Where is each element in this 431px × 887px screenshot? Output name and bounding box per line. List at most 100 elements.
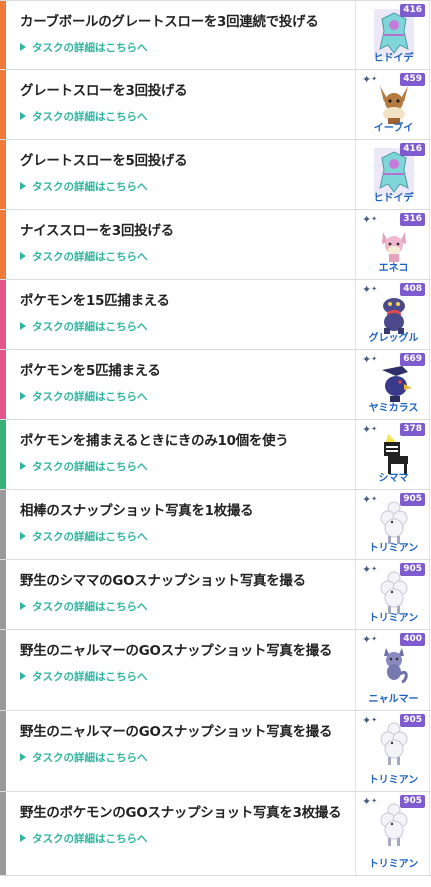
cp-badge: 459 [400, 73, 425, 86]
reward-pokemon[interactable]: ✦✦ 316 エネコ [355, 210, 431, 279]
task-detail-link[interactable]: タスクの詳細はこちらへ [20, 530, 347, 544]
reward-pokemon[interactable]: ✦✦ 400 ニャルマー [355, 630, 431, 710]
task-detail-label: タスクの詳細はこちらへ [32, 601, 148, 613]
cp-badge: 378 [400, 423, 425, 436]
task-info: ポケモンを捕まえるときにきのみ10個を使う タスクの詳細はこちらへ [6, 420, 355, 489]
reward-pokemon[interactable]: ✦✦ 416 ヒドイデ [355, 140, 431, 209]
task-info: グレートスローを5回投げる タスクの詳細はこちらへ [6, 140, 355, 209]
cp-badge: 905 [400, 563, 425, 576]
task-detail-link[interactable]: タスクの詳細はこちらへ [20, 832, 347, 846]
task-row: 相棒のスナップショット写真を1枚撮る タスクの詳細はこちらへ ✦✦ 905 トリ… [0, 490, 431, 560]
shiny-sparkle-icon: ✦✦ [362, 795, 378, 808]
task-title: グレートスローを5回投げる [20, 154, 188, 169]
task-info: 野生のシママのGOスナップショット写真を撮る タスクの詳細はこちらへ [6, 560, 355, 629]
task-info: グレートスローを3回投げる タスクの詳細はこちらへ [6, 70, 355, 139]
cp-badge: 669 [400, 353, 425, 366]
reward-pokemon[interactable]: ✦✦ 669 ヤミカラス [355, 350, 431, 419]
task-detail-label: タスクの詳細はこちらへ [32, 671, 148, 683]
shiny-sparkle-icon: ✦✦ [362, 563, 378, 576]
task-title: カーブボールのグレートスローを3回連続で投げる [20, 15, 319, 30]
task-info: 野生のポケモンのGOスナップショット写真を3枚撮る タスクの詳細はこちらへ [6, 792, 355, 875]
pokemon-name: ヒドイデ [373, 53, 414, 64]
task-info: ナイススローを3回投げる タスクの詳細はこちらへ [6, 210, 355, 279]
task-detail-label: タスクの詳細はこちらへ [32, 42, 148, 54]
task-detail-link[interactable]: タスクの詳細はこちらへ [20, 320, 347, 334]
reward-pokemon[interactable]: ✦✦ 905 トリミアン [355, 792, 431, 875]
pokemon-name: ヤミカラス [368, 403, 419, 414]
task-title: 野生のニャルマーのGOスナップショット写真を撮る [20, 644, 333, 659]
task-row: ポケモンを捕まえるときにきのみ10個を使う タスクの詳細はこちらへ ✦✦ 378… [0, 420, 431, 490]
task-title: 野生のポケモンのGOスナップショット写真を3枚撮る [20, 806, 342, 821]
pokemon-name: トリミアン [368, 775, 419, 786]
cp-badge: 408 [400, 283, 425, 296]
task-row: 野生のニャルマーのGOスナップショット写真を撮る タスクの詳細はこちらへ ✦✦ … [0, 630, 431, 711]
shiny-sparkle-icon: ✦✦ [362, 493, 378, 506]
pokemon-name: シママ [378, 473, 409, 484]
task-title: 相棒のスナップショット写真を1枚撮る [20, 504, 254, 519]
shiny-sparkle-icon: ✦✦ [362, 714, 378, 727]
triangle-right-icon [20, 322, 26, 330]
task-row: 野生のシママのGOスナップショット写真を撮る タスクの詳細はこちらへ ✦✦ 90… [0, 560, 431, 630]
task-detail-link[interactable]: タスクの詳細はこちらへ [20, 670, 347, 684]
triangle-right-icon [20, 753, 26, 761]
triangle-right-icon [20, 112, 26, 120]
research-task-list: カーブボールのグレートスローを3回連続で投げる タスクの詳細はこちらへ ✦✦ 4… [0, 0, 431, 876]
reward-pokemon[interactable]: ✦✦ 416 ヒドイデ [355, 1, 431, 69]
triangle-right-icon [20, 252, 26, 260]
task-info: カーブボールのグレートスローを3回連続で投げる タスクの詳細はこちらへ [6, 1, 355, 69]
triangle-right-icon [20, 532, 26, 540]
pokemon-name: トリミアン [368, 859, 419, 870]
task-detail-label: タスクの詳細はこちらへ [32, 833, 148, 845]
task-detail-label: タスクの詳細はこちらへ [32, 531, 148, 543]
reward-pokemon[interactable]: ✦✦ 378 シママ [355, 420, 431, 489]
task-detail-label: タスクの詳細はこちらへ [32, 391, 148, 403]
task-detail-label: タスクの詳細はこちらへ [32, 752, 148, 764]
task-info: 野生のニャルマーのGOスナップショット写真を撮る タスクの詳細はこちらへ [6, 630, 355, 710]
task-row: 野生のニャルマーのGOスナップショット写真を撮る タスクの詳細はこちらへ ✦✦ … [0, 711, 431, 792]
task-detail-link[interactable]: タスクの詳細はこちらへ [20, 250, 347, 264]
task-title: ポケモンを捕まえるときにきのみ10個を使う [20, 434, 289, 449]
task-detail-link[interactable]: タスクの詳細はこちらへ [20, 600, 347, 614]
task-info: ポケモンを5匹捕まえる タスクの詳細はこちらへ [6, 350, 355, 419]
reward-pokemon[interactable]: ✦✦ 408 グレッグル [355, 280, 431, 349]
task-detail-label: タスクの詳細はこちらへ [32, 181, 148, 193]
task-info: 相棒のスナップショット写真を1枚撮る タスクの詳細はこちらへ [6, 490, 355, 559]
task-row: ポケモンを15匹捕まえる タスクの詳細はこちらへ ✦✦ 408 グレッグル [0, 280, 431, 350]
pokemon-name: トリミアン [368, 613, 419, 624]
cp-badge: 316 [400, 213, 425, 226]
task-detail-link[interactable]: タスクの詳細はこちらへ [20, 41, 347, 55]
triangle-right-icon [20, 43, 26, 51]
reward-pokemon[interactable]: ✦✦ 459 イーブイ [355, 70, 431, 139]
task-detail-label: タスクの詳細はこちらへ [32, 111, 148, 123]
pokemon-name: ヒドイデ [373, 193, 414, 204]
pokemon-name: エネコ [378, 263, 409, 274]
task-title: グレートスローを3回投げる [20, 84, 188, 99]
cp-badge: 905 [400, 795, 425, 808]
shiny-sparkle-icon: ✦✦ [362, 423, 378, 436]
reward-pokemon[interactable]: ✦✦ 905 トリミアン [355, 560, 431, 629]
triangle-right-icon [20, 462, 26, 470]
task-detail-link[interactable]: タスクの詳細はこちらへ [20, 460, 347, 474]
shiny-sparkle-icon: ✦✦ [362, 213, 378, 226]
pokemon-name: イーブイ [373, 123, 414, 134]
shiny-sparkle-icon: ✦✦ [362, 73, 378, 86]
task-detail-link[interactable]: タスクの詳細はこちらへ [20, 110, 347, 124]
shiny-sparkle-icon: ✦✦ [362, 283, 378, 296]
reward-pokemon[interactable]: ✦✦ 905 トリミアン [355, 711, 431, 791]
task-title: 野生のシママのGOスナップショット写真を撮る [20, 574, 306, 589]
cp-badge: 400 [400, 633, 425, 646]
task-title: ポケモンを5匹捕まえる [20, 364, 161, 379]
triangle-right-icon [20, 672, 26, 680]
reward-pokemon[interactable]: ✦✦ 905 トリミアン [355, 490, 431, 559]
task-detail-link[interactable]: タスクの詳細はこちらへ [20, 390, 347, 404]
shiny-sparkle-icon: ✦✦ [362, 633, 378, 646]
cp-badge: 416 [400, 4, 425, 17]
task-detail-link[interactable]: タスクの詳細はこちらへ [20, 751, 347, 765]
task-row: カーブボールのグレートスローを3回連続で投げる タスクの詳細はこちらへ ✦✦ 4… [0, 0, 431, 70]
task-row: ナイススローを3回投げる タスクの詳細はこちらへ ✦✦ 316 エネコ [0, 210, 431, 280]
task-detail-link[interactable]: タスクの詳細はこちらへ [20, 180, 347, 194]
task-detail-label: タスクの詳細はこちらへ [32, 251, 148, 263]
task-title: ポケモンを15匹捕まえる [20, 294, 170, 309]
triangle-right-icon [20, 834, 26, 842]
triangle-right-icon [20, 602, 26, 610]
